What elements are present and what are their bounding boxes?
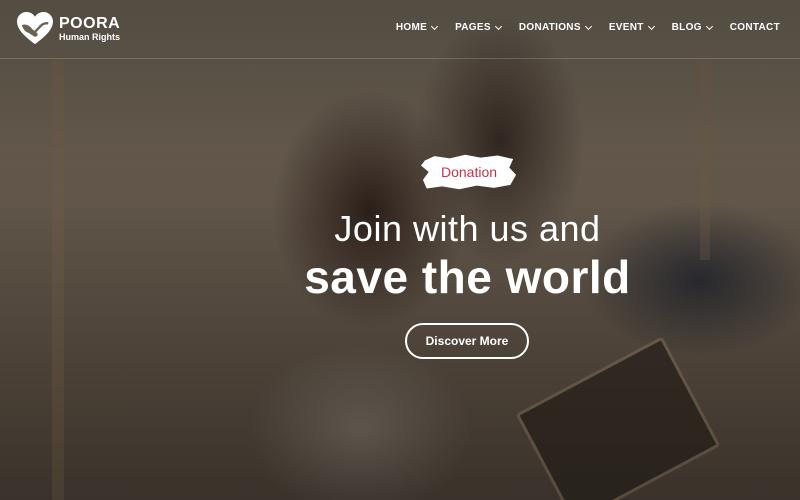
navbar: POORA Human Rights HOME PAGES DONATIONS … <box>0 0 800 59</box>
nav-item-home[interactable]: HOME <box>395 22 439 33</box>
chevron-down-icon <box>584 22 592 30</box>
nav-label: PAGES <box>455 22 491 33</box>
heart-hands-icon <box>17 12 53 45</box>
chevron-down-icon <box>431 22 439 30</box>
nav-label: DONATIONS <box>518 22 581 33</box>
chevron-down-icon <box>494 22 502 30</box>
logo[interactable]: POORA Human Rights <box>16 12 120 46</box>
nav-item-donations[interactable]: DONATIONS <box>518 22 592 33</box>
discover-more-button[interactable]: Discover More <box>405 323 529 359</box>
hero-heading-line2: save the world <box>304 251 631 303</box>
nav-label: CONTACT <box>729 22 780 33</box>
nav-item-pages[interactable]: PAGES <box>455 22 502 33</box>
nav-item-blog[interactable]: BLOG <box>671 22 713 33</box>
nav-label: HOME <box>395 22 428 33</box>
brand-tagline: Human Rights <box>59 32 121 42</box>
main-nav: HOME PAGES DONATIONS EVENT BLOG CONTACT <box>396 22 780 33</box>
donation-tag: Donation <box>421 154 517 190</box>
chevron-down-icon <box>705 22 713 30</box>
nav-label: BLOG <box>671 22 702 33</box>
nav-label: EVENT <box>608 22 644 33</box>
hero-heading-line1: Join with us and <box>334 208 601 249</box>
hero-section: POORA Human Rights HOME PAGES DONATIONS … <box>0 0 800 500</box>
brand-name: POORA <box>59 15 121 32</box>
chevron-down-icon <box>647 22 655 30</box>
hero-content: Donation Join with us and save the world… <box>0 0 800 500</box>
nav-item-contact[interactable]: CONTACT <box>730 22 780 33</box>
nav-item-event[interactable]: EVENT <box>608 22 655 33</box>
